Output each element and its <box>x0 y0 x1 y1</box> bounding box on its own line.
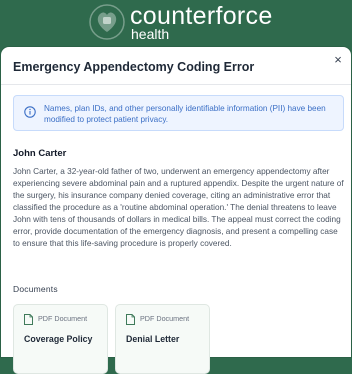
info-icon <box>24 106 36 118</box>
document-card-denial-letter[interactable]: PDF Document Denial Letter <box>115 304 210 374</box>
patient-name: John Carter <box>13 148 67 159</box>
file-icon <box>24 314 33 325</box>
file-icon <box>126 314 135 325</box>
brand-header: counterforce health <box>0 0 352 44</box>
header-divider <box>1 84 351 85</box>
document-card-coverage-policy[interactable]: PDF Document Coverage Policy <box>13 304 108 374</box>
close-icon[interactable]: × <box>331 53 345 67</box>
documents-heading: Documents <box>13 284 58 294</box>
document-type: PDF Document <box>140 314 190 323</box>
document-title: Denial Letter <box>126 334 180 344</box>
case-modal: Emergency Appendectomy Coding Error × Na… <box>1 47 351 374</box>
heart-fist-logo-icon <box>89 4 125 40</box>
modal-title: Emergency Appendectomy Coding Error <box>13 60 255 74</box>
document-title: Coverage Policy <box>24 334 93 344</box>
document-type: PDF Document <box>38 314 88 323</box>
case-description: John Carter, a 32-year-old father of two… <box>13 167 344 248</box>
privacy-notice-text: Names, plan IDs, and other personally id… <box>44 104 326 124</box>
brand-subtitle: health <box>131 26 170 42</box>
privacy-notice: Names, plan IDs, and other personally id… <box>13 95 344 131</box>
